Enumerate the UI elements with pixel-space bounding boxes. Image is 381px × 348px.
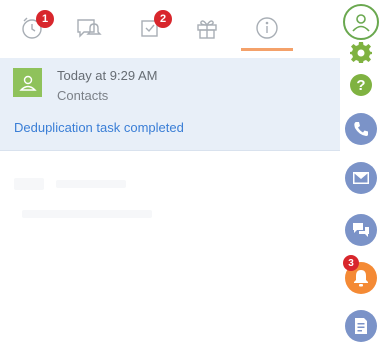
notification-message-link[interactable]: Deduplication task completed bbox=[14, 120, 184, 135]
tab-system-notifications[interactable] bbox=[245, 10, 289, 46]
active-tab-indicator bbox=[241, 48, 293, 51]
help-icon[interactable]: ? bbox=[350, 74, 372, 96]
notification-time: Today at 9:29 AM bbox=[57, 68, 158, 83]
envelope-icon[interactable] bbox=[345, 162, 377, 194]
tab-reminders[interactable]: 1 bbox=[10, 10, 54, 46]
contact-person-icon bbox=[13, 68, 42, 97]
tab-tasks[interactable]: 2 bbox=[128, 10, 172, 46]
placeholder-bar bbox=[22, 210, 152, 218]
gear-icon[interactable] bbox=[349, 40, 373, 64]
user-profile-icon[interactable] bbox=[343, 4, 379, 40]
chat-bell-icon bbox=[77, 19, 102, 38]
info-icon bbox=[256, 17, 278, 39]
placeholder-bar bbox=[14, 178, 44, 190]
tab-celebrations[interactable] bbox=[185, 10, 229, 46]
placeholder-bar bbox=[56, 180, 126, 188]
document-icon[interactable] bbox=[345, 310, 377, 342]
phone-icon[interactable] bbox=[345, 113, 377, 145]
tasks-badge: 2 bbox=[154, 10, 172, 28]
reminders-badge: 1 bbox=[36, 10, 54, 28]
notifications-badge: 3 bbox=[343, 255, 359, 271]
gift-icon bbox=[197, 20, 217, 39]
notification-card[interactable]: Today at 9:29 AM Contacts Deduplication … bbox=[0, 58, 340, 151]
right-sidebar: ? 3 bbox=[340, 0, 381, 348]
tab-notifications-feed[interactable] bbox=[66, 10, 110, 46]
chat-icon[interactable] bbox=[345, 214, 377, 246]
communication-panel-tabs: 1 2 bbox=[0, 0, 340, 52]
notification-source: Contacts bbox=[57, 88, 109, 103]
